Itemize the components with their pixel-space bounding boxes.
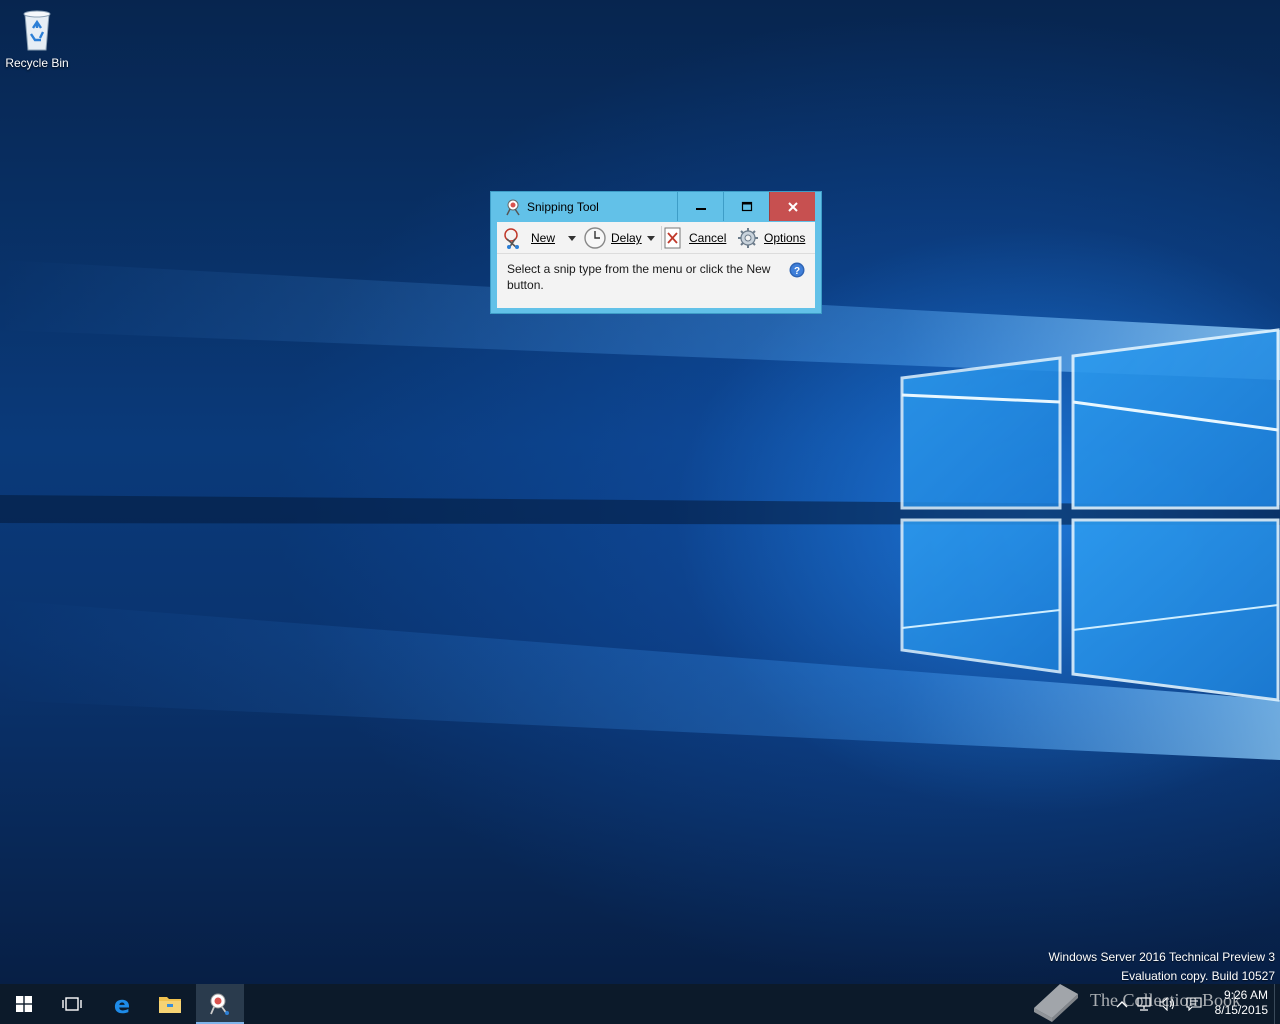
cancel-button-label: Cancel [689,231,727,245]
wallpaper [0,260,1280,760]
delay-button[interactable]: Delay [583,222,656,254]
brand-watermark: The Collection Book [1030,976,1270,1024]
help-icon[interactable]: ? [789,262,805,278]
edge-taskbar-button[interactable]: e [98,984,146,1024]
minimize-icon [695,207,706,210]
close-icon [787,201,798,212]
show-desktop-button[interactable] [1274,984,1280,1024]
brand-text: The Collection Book [1090,989,1241,1010]
start-button[interactable] [0,984,48,1024]
cancel-icon [664,227,681,249]
toolbar-separator [661,226,662,250]
chevron-down-icon [568,236,576,241]
file-explorer-icon [159,997,181,1013]
edge-icon: e [114,992,130,1016]
file-explorer-taskbar-button[interactable] [146,984,194,1024]
scissors-icon [504,228,519,249]
maximize-button[interactable] [723,192,769,221]
new-mode-dropdown[interactable] [567,222,577,254]
task-view-icon [62,997,82,1011]
message-area: Select a snip type from the menu or clic… [497,254,815,308]
delay-button-label: Delay [611,231,642,245]
maximize-icon [741,201,752,211]
instruction-text: Select a snip type from the menu or clic… [507,262,771,292]
task-view-button[interactable] [48,984,96,1024]
snipping-tool-taskbar-button[interactable] [196,984,244,1024]
window-title: Snipping Tool [527,200,599,214]
options-button[interactable]: Options [737,222,805,254]
title-bar[interactable]: Snipping Tool [491,192,821,222]
watermark-edition: Windows Server 2016 Technical Preview 3 [1048,950,1275,964]
desktop-icon-label: Recycle Bin [5,56,69,70]
gear-icon [738,228,758,248]
start-icon [16,996,32,1012]
snipping-tool-window: Snipping Tool New Delay Cancel Options S… [490,191,822,314]
clock-icon [584,227,606,249]
minimize-button[interactable] [677,192,723,221]
chevron-down-icon [646,236,655,241]
snipping-tool-app-icon [506,199,520,216]
recycle-bin-icon [23,10,51,51]
new-button-label: New [531,231,556,245]
book-icon [1034,984,1078,1022]
options-button-label: Options [764,231,806,245]
desktop-icon-recycle-bin[interactable]: Recycle Bin [4,6,70,76]
svg-text:e: e [114,992,130,1016]
svg-text:?: ? [794,266,800,277]
close-button[interactable] [769,192,815,221]
desktop: Recycle Bin [0,0,1280,984]
new-button[interactable]: New [503,222,555,254]
snipping-tool-icon [210,993,229,1015]
cancel-button[interactable]: Cancel [663,222,726,254]
toolbar: New Delay Cancel Options [497,222,815,254]
